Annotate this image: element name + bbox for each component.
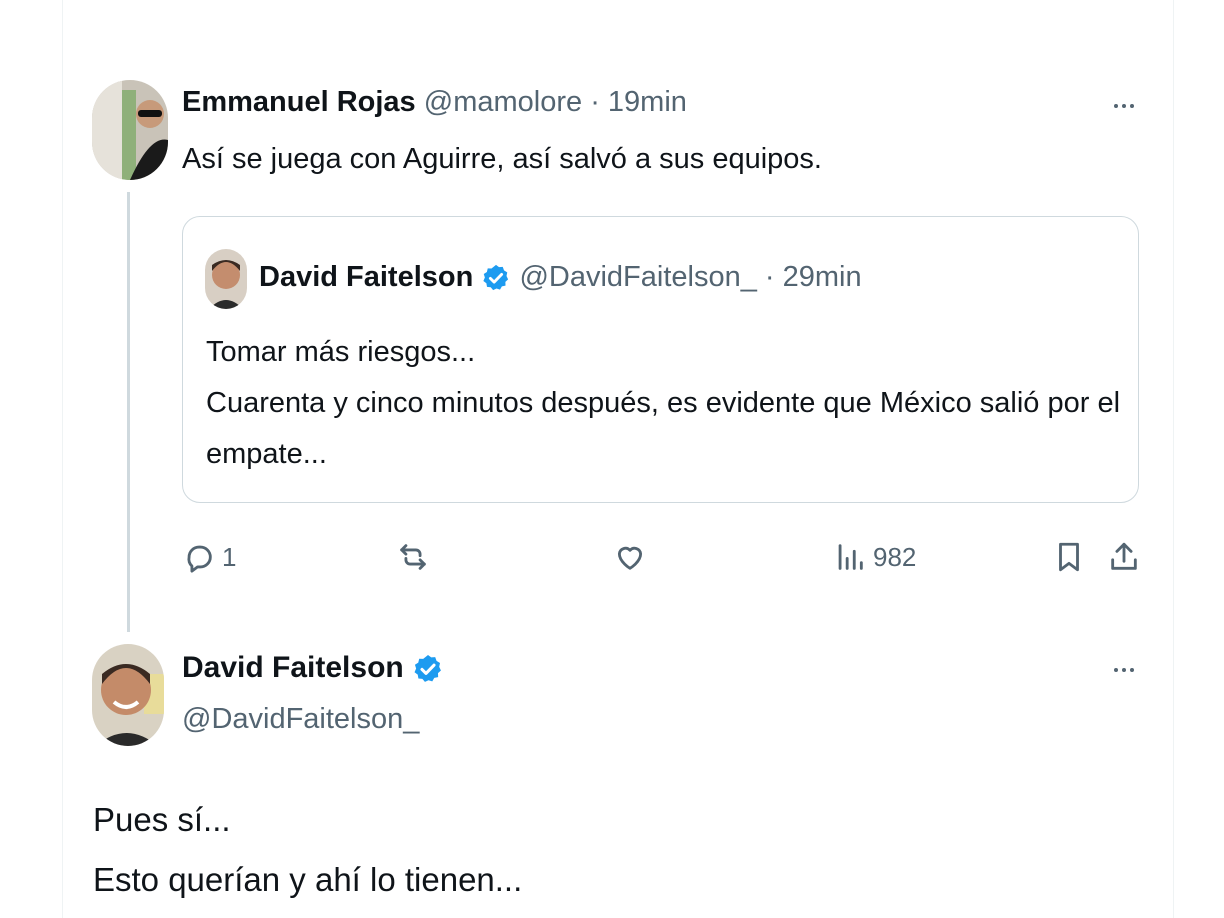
main-text-line-1: Pues sí...	[93, 801, 231, 838]
reply-tweet-header: Emmanuel Rojas @mamolore · 19min	[182, 86, 687, 119]
retweet-action[interactable]	[396, 540, 430, 574]
quoted-author-name: David Faitelson	[259, 261, 474, 293]
quoted-separator: ·	[764, 261, 775, 293]
like-action[interactable]	[613, 540, 647, 574]
main-tweet-body: Pues sí... Esto querían y ahí lo tienen.…	[93, 790, 522, 910]
share-action[interactable]	[1107, 540, 1141, 574]
verified-badge-icon	[414, 655, 441, 683]
reply-separator: ·	[590, 86, 600, 118]
views-count: 982	[873, 541, 917, 572]
reply-more-options-icon[interactable]	[1109, 96, 1139, 116]
emmanuel-rojas-avatar[interactable]	[92, 80, 168, 180]
main-text-line-2: Esto querían y ahí lo tienen...	[93, 861, 523, 898]
reply-icon	[187, 545, 212, 573]
quoted-text-line-2: Cuarenta y cinco minutos después, es evi…	[206, 387, 1121, 419]
reply-timestamp[interactable]: 19min	[608, 86, 687, 118]
thread-connector-line	[127, 192, 130, 632]
verified-badge-icon	[483, 265, 509, 291]
retweet-icon	[400, 544, 426, 570]
quoted-timestamp: 29min	[782, 261, 862, 293]
quoted-tweet-card[interactable]: David Faitelson @DavidFaitelson_ · 29min…	[182, 216, 1139, 503]
quoted-tweet-header: David Faitelson @DavidFaitelson_ · 29min	[259, 261, 862, 294]
main-author-handle[interactable]: @DavidFaitelson_	[182, 703, 419, 736]
main-tweet-header: David Faitelson	[182, 651, 444, 685]
main-author-name[interactable]: David Faitelson	[182, 651, 404, 684]
views-icon	[838, 544, 863, 570]
share-icon	[1111, 542, 1137, 570]
quoted-text-line-3: empate...	[206, 438, 327, 470]
reply-author-handle[interactable]: @mamolore	[424, 86, 582, 118]
reply-author-name[interactable]: Emmanuel Rojas	[182, 86, 416, 118]
bookmark-icon	[1059, 542, 1079, 572]
main-more-options-icon[interactable]	[1109, 660, 1139, 680]
bookmark-action[interactable]	[1052, 540, 1086, 574]
views-action[interactable]: 982	[833, 540, 916, 574]
quoted-tweet-body: Tomar más riesgos... Cuarenta y cinco mi…	[206, 327, 1120, 480]
quoted-author-avatar	[205, 249, 247, 309]
heart-icon	[617, 546, 643, 570]
reply-tweet-text: Así se juega con Aguirre, así salvó a su…	[182, 143, 822, 175]
david-faitelson-avatar[interactable]	[92, 644, 164, 746]
quoted-text-line-1: Tomar más riesgos...	[206, 336, 476, 368]
reply-count: 1	[222, 541, 237, 572]
quoted-author-handle: @DavidFaitelson_	[519, 261, 757, 293]
reply-action[interactable]: 1	[182, 540, 236, 574]
